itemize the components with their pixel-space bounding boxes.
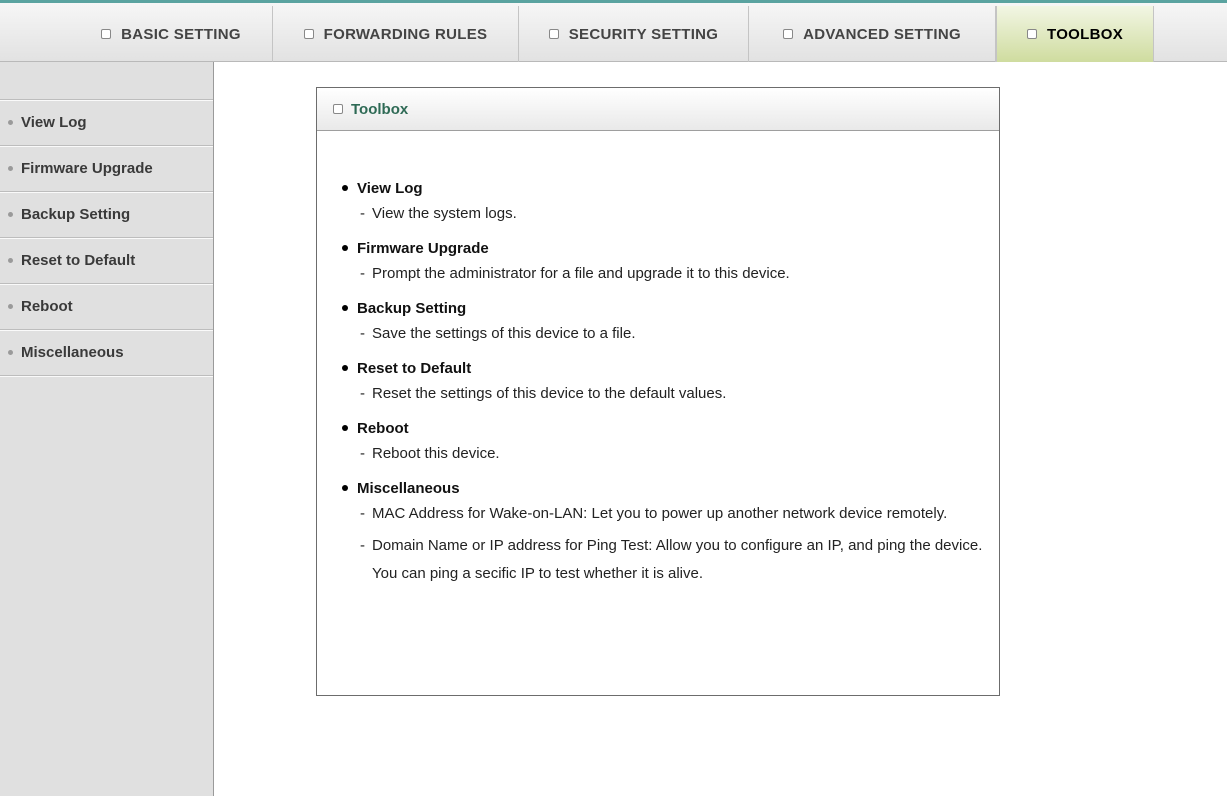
dot-icon [8, 212, 13, 217]
bullet-icon [342, 185, 348, 191]
entry-description: - Domain Name or IP address for Ping Tes… [343, 532, 983, 588]
square-bullet-icon [303, 29, 314, 39]
bullet-icon [342, 305, 348, 311]
bullet-icon [342, 485, 348, 491]
tab-label: SECURITY SETTING [568, 25, 719, 43]
entry-backup-setting: Backup Setting - Save the settings of th… [342, 296, 983, 348]
entry-title: Miscellaneous [342, 476, 983, 500]
dot-icon [8, 120, 13, 125]
tab-label: FORWARDING RULES [323, 25, 488, 43]
dash-icon: - [360, 385, 365, 402]
sidebar-item-firmware-upgrade[interactable]: Firmware Upgrade [0, 146, 213, 192]
entry-description: - Save the settings of this device to a … [343, 320, 983, 348]
bullet-icon [342, 245, 348, 251]
tab-label: ADVANCED SETTING [803, 25, 961, 43]
bullet-icon [342, 425, 348, 431]
entry-description-text: Prompt the administrator for a file and … [372, 265, 790, 282]
entry-title-text: Reboot [357, 419, 409, 437]
top-nav: BASIC SETTING FORWARDING RULES SECURITY … [0, 0, 1227, 62]
entry-title: Backup Setting [342, 296, 983, 320]
entry-description: - Prompt the administrator for a file an… [343, 260, 983, 288]
dash-icon: - [360, 265, 365, 282]
tab-forwarding-rules[interactable]: FORWARDING RULES [273, 6, 519, 62]
dot-icon [8, 304, 13, 309]
sidebar-item-miscellaneous[interactable]: Miscellaneous [0, 330, 213, 376]
tab-basic-setting[interactable]: BASIC SETTING [70, 6, 273, 62]
sidebar-item-backup-setting[interactable]: Backup Setting [0, 192, 213, 238]
panel-title: Toolbox [351, 100, 409, 118]
entry-description-text: Reboot this device. [372, 445, 500, 462]
entry-title: View Log [342, 176, 983, 200]
panel-header: Toolbox [317, 88, 999, 131]
entry-title-text: Reset to Default [357, 359, 472, 377]
square-bullet-icon [333, 104, 343, 114]
entry-description: - Reset the settings of this device to t… [343, 380, 983, 408]
entry-title-text: View Log [357, 179, 423, 197]
entry-description-text: Save the settings of this device to a fi… [372, 325, 636, 342]
entry-miscellaneous: Miscellaneous - MAC Address for Wake-on-… [342, 476, 983, 588]
square-bullet-icon [101, 29, 112, 39]
square-bullet-icon [783, 29, 794, 39]
entry-description: - View the system logs. [343, 200, 983, 228]
dash-icon: - [360, 205, 365, 222]
entry-description: - Reboot this device. [343, 440, 983, 468]
bullet-icon [342, 365, 348, 371]
entry-description-text: Reset the settings of this device to the… [372, 385, 727, 402]
tab-label: TOOLBOX [1047, 25, 1123, 43]
entry-title-text: Firmware Upgrade [357, 239, 489, 257]
sidebar-spacer [0, 62, 213, 100]
sidebar-item-label: Firmware Upgrade [21, 160, 153, 177]
sidebar-item-label: Backup Setting [21, 206, 131, 223]
square-bullet-icon [548, 29, 559, 39]
tab-label: BASIC SETTING [121, 25, 241, 43]
entry-title: Reboot [342, 416, 983, 440]
entry-title: Firmware Upgrade [342, 236, 983, 260]
sidebar-item-reboot[interactable]: Reboot [0, 284, 213, 330]
entry-description-text: View the system logs. [372, 205, 517, 222]
sidebar-item-label: View Log [21, 114, 87, 131]
tab-security-setting[interactable]: SECURITY SETTING [519, 6, 749, 62]
entry-description: - MAC Address for Wake-on-LAN: Let you t… [343, 500, 983, 528]
entry-title-text: Miscellaneous [357, 479, 460, 497]
dot-icon [8, 258, 13, 263]
sidebar-item-label: Miscellaneous [21, 344, 124, 361]
dot-icon [8, 350, 13, 355]
dash-icon: - [360, 537, 365, 554]
entry-title: Reset to Default [342, 356, 983, 380]
entry-title-text: Backup Setting [357, 299, 467, 317]
entry-reset-to-default: Reset to Default - Reset the settings of… [342, 356, 983, 408]
panel-body: View Log - View the system logs. Firmwar… [342, 176, 983, 588]
entry-firmware-upgrade: Firmware Upgrade - Prompt the administra… [342, 236, 983, 288]
sidebar: View Log Firmware Upgrade Backup Setting… [0, 62, 214, 796]
entry-view-log: View Log - View the system logs. [342, 176, 983, 228]
entry-description-text: Domain Name or IP address for Ping Test:… [372, 537, 983, 582]
toolbox-panel: Toolbox View Log - View the system logs.… [316, 87, 1000, 696]
sidebar-item-label: Reboot [21, 298, 73, 315]
dash-icon: - [360, 505, 365, 522]
entry-description-text: MAC Address for Wake-on-LAN: Let you to … [372, 505, 948, 522]
tab-advanced-setting[interactable]: ADVANCED SETTING [749, 6, 996, 62]
dot-icon [8, 166, 13, 171]
sidebar-item-view-log[interactable]: View Log [0, 100, 213, 146]
dash-icon: - [360, 445, 365, 462]
sidebar-item-label: Reset to Default [21, 252, 136, 269]
entry-reboot: Reboot - Reboot this device. [342, 416, 983, 468]
square-bullet-icon [1027, 29, 1037, 39]
tab-toolbox[interactable]: TOOLBOX [996, 6, 1154, 62]
sidebar-item-reset-to-default[interactable]: Reset to Default [0, 238, 213, 284]
dash-icon: - [360, 325, 365, 342]
